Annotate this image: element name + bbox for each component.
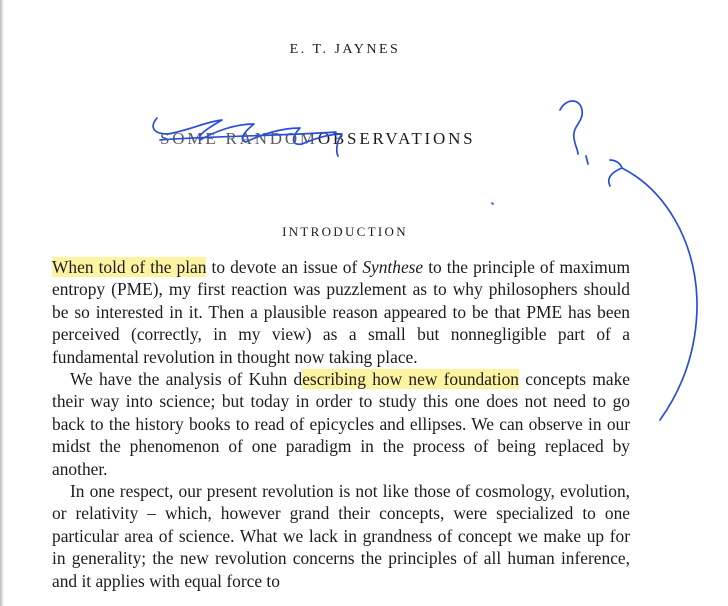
stray-ink-dot: [491, 202, 494, 205]
paragraph-1: When told of the plan to devote an issue…: [52, 256, 630, 368]
question-mark-icon: [559, 100, 589, 165]
body-text: When told of the plan to devote an issue…: [52, 256, 630, 592]
article-title: SOME RANDOMOBSERVATIONS: [160, 129, 475, 149]
author-name: E. T. JAYNES: [289, 42, 401, 57]
journal-name: Synthese: [362, 257, 424, 277]
paragraph-2-text-a: We have the analysis of Kuhn d: [70, 369, 303, 390]
paragraph-2: We have the analysis of Kuhn describing …: [52, 368, 630, 480]
title-remaining-word: OBSERVATIONS: [317, 129, 476, 148]
title-struck-words: SOME RANDOM: [160, 129, 318, 148]
highlighted-phrase-1: When told of the plan: [52, 257, 207, 277]
paragraph-1-text-a: to devote an issue of: [206, 257, 363, 277]
section-heading: INTRODUCTION: [282, 224, 408, 239]
highlighted-phrase-2: escribing how new foundation: [302, 369, 519, 390]
page-left-edge: [0, 0, 13, 606]
paragraph-3: In one respect, our present revolution i…: [52, 481, 630, 591]
